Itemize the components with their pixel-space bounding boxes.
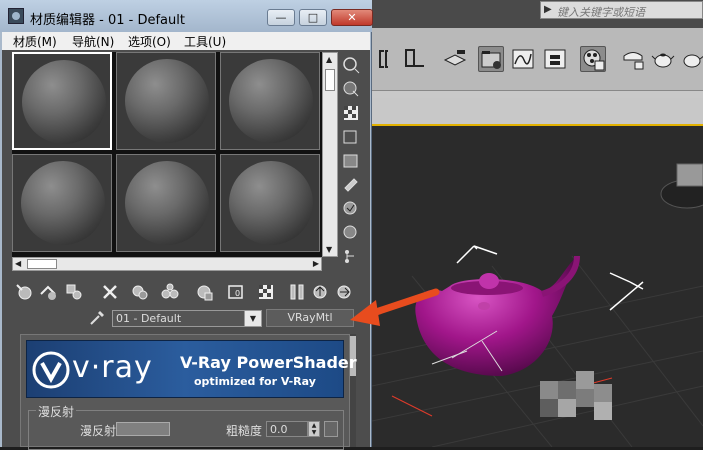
assign-to-selection-icon[interactable] [64, 282, 84, 302]
sample-sphere [125, 161, 209, 245]
schematic-view-icon[interactable] [542, 46, 568, 72]
render-setup-icon[interactable] [620, 46, 646, 72]
vray-banner-title: V-Ray PowerShader [180, 353, 357, 372]
chevron-down-icon[interactable]: ▼ [244, 311, 261, 326]
roughness-value: 0.0 [270, 423, 288, 436]
background-icon[interactable] [342, 104, 360, 122]
material-navigator-icon[interactable] [342, 248, 360, 266]
vray-logo-icon [30, 349, 72, 391]
minimize-button[interactable]: — [267, 9, 295, 26]
get-material-icon[interactable] [14, 282, 34, 302]
copy-material-icon[interactable] [130, 282, 150, 302]
sample-sphere [229, 59, 313, 143]
pick-material-eyedropper-icon[interactable] [88, 309, 106, 327]
select-by-material-icon[interactable] [342, 224, 360, 242]
sample-sphere [21, 161, 105, 245]
ribbon-strip [372, 98, 703, 126]
roughness-input[interactable]: 0.0 [266, 421, 308, 437]
sample-sphere [125, 59, 209, 143]
reset-map-icon[interactable] [100, 282, 120, 302]
sample-type-icon[interactable] [342, 56, 360, 74]
sample-slot-3[interactable] [220, 52, 320, 150]
backlight-icon[interactable] [342, 80, 360, 98]
roughness-map-button[interactable] [324, 421, 338, 437]
bracket-tool-icon[interactable] [376, 46, 402, 72]
video-check-icon[interactable] [342, 152, 360, 170]
vray-banner-subtitle: optimized for V-Ray [194, 375, 316, 388]
mosaic-overlay [540, 371, 612, 420]
render-production-icon[interactable] [680, 46, 703, 72]
options-icon[interactable] [342, 200, 360, 218]
sample-slot-1[interactable] [12, 52, 112, 150]
maximize-button[interactable]: □ [299, 9, 327, 26]
go-to-parent-icon[interactable] [310, 282, 330, 302]
put-to-library-icon[interactable] [194, 282, 214, 302]
slots-horizontal-scrollbar[interactable]: ◀ ▶ [12, 257, 322, 271]
sample-sphere [22, 60, 106, 144]
scroll-thumb[interactable] [27, 259, 57, 269]
svg-text:0: 0 [235, 289, 240, 298]
curve-editor-icon[interactable] [510, 46, 536, 72]
material-name-value: 01 - Default [116, 312, 182, 325]
diffuse-color-swatch[interactable] [116, 422, 170, 436]
close-button[interactable]: ✕ [331, 9, 373, 26]
scene-explorer-icon[interactable] [478, 46, 504, 72]
vray-logo-text: v·ray [72, 350, 153, 385]
app-icon [8, 8, 24, 24]
material-toolbar: 0 [12, 282, 362, 304]
render-teapot-icon[interactable] [650, 46, 676, 72]
sample-slot-6[interactable] [220, 154, 320, 252]
uv-tiling-icon[interactable] [342, 128, 360, 146]
diffuse-group-title: 漫反射 [36, 403, 77, 420]
window-title: 材质编辑器 - 01 - Default [30, 13, 185, 28]
show-map-in-viewport-icon[interactable] [256, 282, 276, 302]
search-arrow-icon: ▶ [544, 4, 552, 15]
toolbar-gap [372, 91, 703, 98]
scroll-left-icon[interactable]: ◀ [15, 259, 21, 268]
material-id-channel-icon[interactable]: 0 [226, 282, 246, 302]
mirror-tool-icon[interactable] [402, 46, 428, 72]
diffuse-label: 漫反射 [80, 424, 117, 438]
scroll-right-icon[interactable]: ▶ [313, 259, 319, 268]
sample-slot-5[interactable] [116, 154, 216, 252]
scroll-thumb[interactable] [325, 69, 335, 91]
menu-material[interactable]: 材质(M) [13, 33, 57, 50]
max-search-input[interactable]: ▶ 键入关键字或短语 [540, 1, 703, 19]
menu-tools[interactable]: 工具(U) [184, 33, 226, 50]
menu-navigation[interactable]: 导航(N) [72, 33, 114, 50]
scroll-down-icon[interactable]: ▼ [326, 245, 332, 254]
material-name-combobox[interactable]: 01 - Default ▼ [112, 310, 262, 327]
sample-slot-4[interactable] [12, 154, 112, 252]
put-to-scene-icon[interactable] [38, 282, 58, 302]
max-main-toolbar [372, 28, 703, 91]
menu-options[interactable]: 选项(O) [128, 33, 171, 50]
slots-vertical-scrollbar[interactable]: ▲ ▼ [322, 52, 338, 257]
roughness-label: 粗糙度 [226, 424, 263, 438]
show-end-result-icon[interactable] [288, 282, 308, 302]
material-editor-icon[interactable] [580, 46, 606, 72]
scroll-up-icon[interactable]: ▲ [326, 55, 332, 64]
layer-manager-icon[interactable] [442, 46, 468, 72]
annotation-arrow-icon [340, 280, 450, 330]
make-preview-icon[interactable] [342, 176, 360, 194]
roughness-spinner[interactable]: ▲ ▼ [308, 421, 320, 437]
make-unique-icon[interactable] [160, 282, 180, 302]
sample-slot-2[interactable] [116, 52, 216, 150]
sample-slots [12, 52, 322, 257]
sample-sphere [229, 161, 313, 245]
search-placeholder: 键入关键字或短语 [557, 6, 645, 19]
menu-bar: 材质(M) 导航(N) 选项(O) 工具(U) [2, 32, 370, 50]
